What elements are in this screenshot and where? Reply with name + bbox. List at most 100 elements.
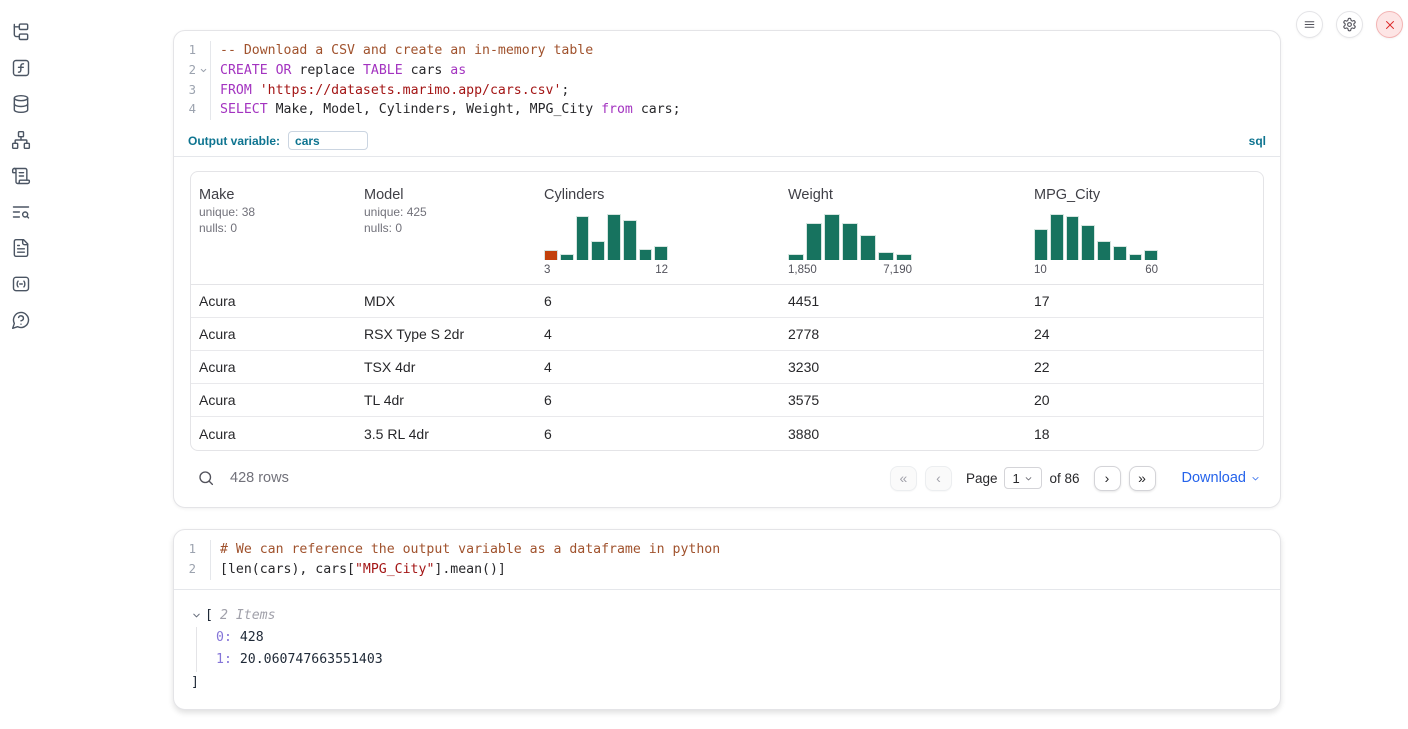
close-icon[interactable] [1376, 11, 1403, 38]
table-row[interactable]: AcuraRSX Type S 2dr4277824 [191, 318, 1263, 351]
column-header-model[interactable]: Modelunique: 425nulls: 0 [356, 186, 536, 276]
column-stat: nulls: 0 [199, 220, 356, 236]
column-header-cylinders[interactable]: Cylinders 312 [536, 186, 780, 276]
histogram-bar [842, 223, 858, 260]
help-icon[interactable] [11, 310, 31, 330]
column-title: Weight [788, 186, 1026, 204]
table-cell: 3880 [780, 426, 1026, 442]
column-header-mpg_city[interactable]: MPG_City1060 [1026, 186, 1263, 276]
page-label: Page [966, 471, 998, 486]
gutter: 4 [174, 100, 210, 120]
table-cell: RSX Type S 2dr [356, 326, 536, 342]
table-cell: Acura [191, 326, 356, 342]
table-cell: 3230 [780, 359, 1026, 375]
search-icon[interactable] [196, 468, 216, 488]
histogram-bar [1113, 246, 1127, 260]
sql-cell: 1-- Download a CSV and create an in-memo… [173, 30, 1281, 508]
prev-page-button[interactable]: ‹ [925, 466, 952, 491]
histogram-bar [1050, 214, 1064, 260]
collapse-chevron-icon[interactable] [191, 610, 203, 622]
next-page-button[interactable]: › [1094, 466, 1121, 491]
download-button[interactable]: Download [1182, 470, 1261, 486]
table-row[interactable]: AcuraMDX6445117 [191, 285, 1263, 318]
histogram-bar [824, 214, 840, 260]
snippets-icon[interactable] [11, 274, 31, 294]
gear-icon[interactable] [1336, 11, 1363, 38]
tree-entry-key: 1: [216, 652, 232, 667]
table-row[interactable]: AcuraTSX 4dr4323022 [191, 351, 1263, 384]
output-variable-label: Output variable: [188, 134, 280, 148]
column-histogram: 1,8507,190 [788, 214, 912, 276]
tree-entry[interactable]: 1: 20.060747663551403 [216, 649, 1264, 672]
last-page-button[interactable]: » [1129, 466, 1156, 491]
chevron-down-icon [1251, 474, 1260, 483]
code-line[interactable]: 1-- Download a CSV and create an in-memo… [174, 41, 1280, 61]
sql-code-editor[interactable]: 1-- Download a CSV and create an in-memo… [174, 31, 1280, 129]
python-code-editor[interactable]: 1# We can reference the output variable … [174, 530, 1280, 590]
tree-entry-key: 0: [216, 630, 232, 645]
download-label: Download [1182, 470, 1247, 486]
table-cell: 4 [536, 359, 780, 375]
code-text: FROM 'https://datasets.marimo.app/cars.c… [210, 81, 1280, 101]
code-line[interactable]: 2 [len(cars), cars["MPG_City"].mean()] [174, 560, 1280, 580]
documentation-icon[interactable] [11, 238, 31, 258]
file-tree-icon[interactable] [11, 22, 31, 42]
histogram-bar [639, 249, 653, 260]
datasources-icon[interactable] [11, 94, 31, 114]
table-cell: 6 [536, 293, 780, 309]
dependency-graph-icon[interactable] [11, 130, 31, 150]
tree-entry[interactable]: 0: 428 [216, 627, 1264, 650]
table-cell: TL 4dr [356, 392, 536, 408]
tree-root: [ 2 Items [191, 605, 1264, 627]
table-cell: 3.5 RL 4dr [356, 426, 536, 442]
table-cell: Acura [191, 293, 356, 309]
first-page-button[interactable]: « [890, 466, 917, 491]
histogram-bar [560, 254, 574, 260]
column-title: Cylinders [544, 186, 780, 204]
fold-chevron-icon[interactable] [196, 61, 210, 81]
histogram-bar [591, 241, 605, 260]
histogram-bar [1129, 254, 1143, 260]
table-cell: Acura [191, 359, 356, 375]
output-variable-input[interactable] [288, 131, 368, 150]
histogram-bar [896, 254, 912, 260]
column-histogram: 1060 [1034, 214, 1158, 276]
scratchpad-scroll-icon[interactable] [11, 166, 31, 186]
page-select[interactable]: 1 [1004, 467, 1042, 489]
line-number: 2 [174, 560, 196, 580]
histogram-bar [623, 220, 637, 260]
table-header: Makeunique: 38nulls: 0Modelunique: 425nu… [191, 172, 1263, 285]
table-row[interactable]: Acura3.5 RL 4dr6388018 [191, 417, 1263, 450]
code-line[interactable]: 2CREATE OR replace TABLE cars as [174, 61, 1280, 81]
column-title: Model [364, 186, 536, 204]
histogram-bar [860, 235, 876, 260]
gutter: 2 [174, 61, 210, 81]
table-cell: 2778 [780, 326, 1026, 342]
menu-icon[interactable] [1296, 11, 1323, 38]
line-number: 4 [174, 100, 196, 120]
column-histogram: 312 [544, 214, 668, 276]
code-line[interactable]: 4SELECT Make, Model, Cylinders, Weight, … [174, 100, 1280, 120]
tree-items-count: 2 Items [220, 605, 276, 627]
histogram-bar [878, 252, 894, 260]
line-number: 2 [174, 61, 196, 81]
notebook: 1-- Download a CSV and create an in-memo… [173, 30, 1281, 710]
code-line[interactable]: 3FROM 'https://datasets.marimo.app/cars.… [174, 81, 1280, 101]
histogram-tick: 7,190 [883, 264, 912, 276]
line-number: 1 [174, 41, 196, 61]
code-line[interactable]: 1# We can reference the output variable … [174, 540, 1280, 560]
table-cell: 18 [1026, 426, 1263, 442]
column-header-make[interactable]: Makeunique: 38nulls: 0 [191, 186, 356, 276]
column-header-weight[interactable]: Weight 1,8507,190 [780, 186, 1026, 276]
gutter: 1 [174, 540, 210, 560]
page-total-label: of 86 [1049, 471, 1079, 486]
sidebar [0, 0, 42, 729]
histogram-tick: 60 [1145, 264, 1158, 276]
table-row[interactable]: AcuraTL 4dr6357520 [191, 384, 1263, 417]
tree-entry-value: 20.060747663551403 [232, 652, 383, 667]
logs-search-icon[interactable] [11, 202, 31, 222]
table-cell: Acura [191, 392, 356, 408]
histogram-tick: 3 [544, 264, 550, 276]
code-text: [len(cars), cars["MPG_City"].mean()] [210, 560, 1280, 580]
function-variables-icon[interactable] [11, 58, 31, 78]
